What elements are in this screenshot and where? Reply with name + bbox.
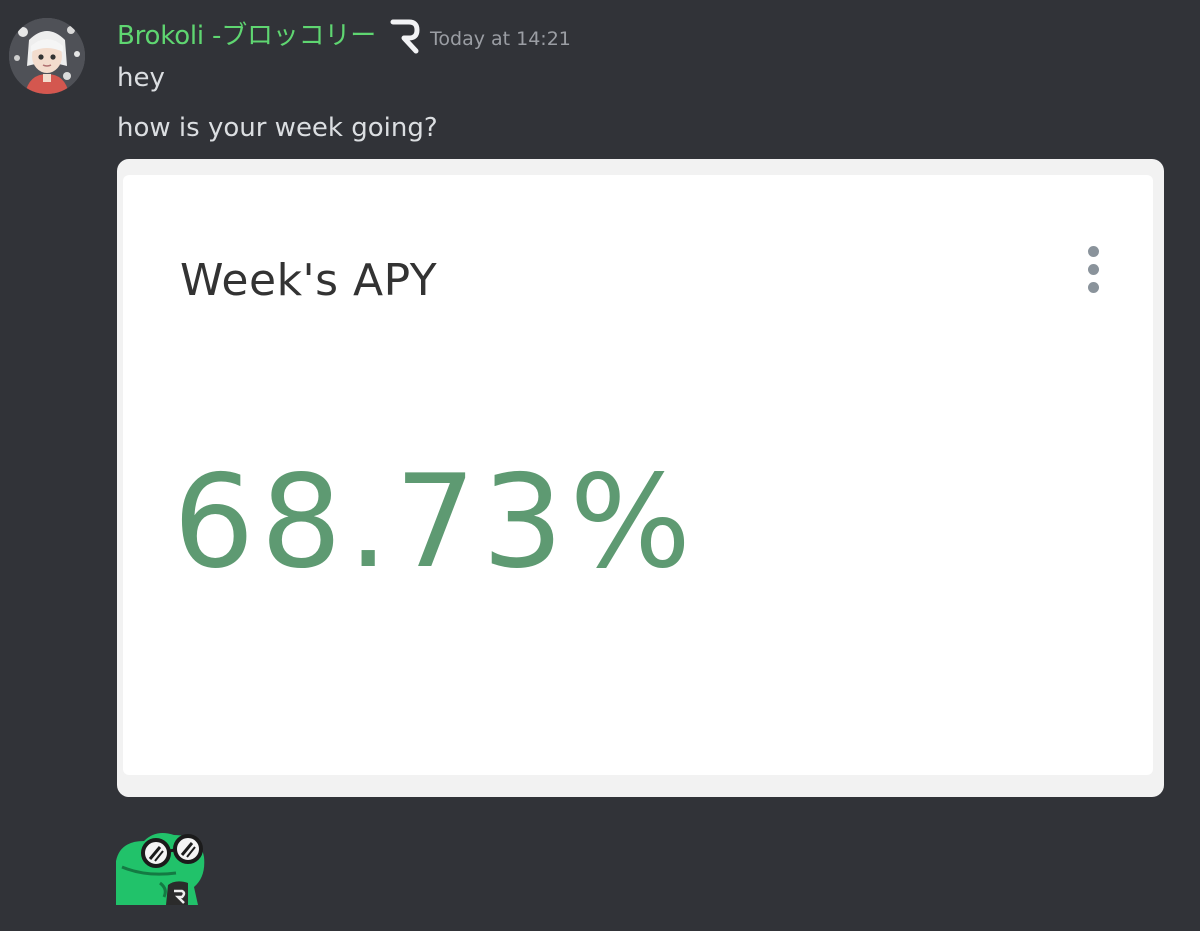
author-name[interactable]: Brokoli -ブロッコリー <box>117 16 376 56</box>
r-logo-icon[interactable] <box>388 16 422 56</box>
apy-card: Week's APY 68.73% <box>123 175 1153 775</box>
message-text-line: hey <box>117 63 165 93</box>
message-timestamp: Today at 14:21 <box>430 28 571 50</box>
image-attachment[interactable]: Week's APY 68.73% <box>117 159 1164 797</box>
frog-sunglasses-sticker[interactable] <box>116 827 208 905</box>
card-title: Week's APY <box>180 255 438 306</box>
apy-value: 68.73% <box>173 448 698 597</box>
user-avatar[interactable] <box>9 18 85 94</box>
chat-message: Brokoli -ブロッコリー Today at 14:21 hey how i… <box>0 0 1200 931</box>
more-vertical-icon[interactable] <box>1078 239 1108 299</box>
avatar-portrait-icon <box>9 18 85 94</box>
message-text-line: how is your week going? <box>117 113 438 143</box>
message-header: Brokoli -ブロッコリー Today at 14:21 <box>117 16 571 56</box>
